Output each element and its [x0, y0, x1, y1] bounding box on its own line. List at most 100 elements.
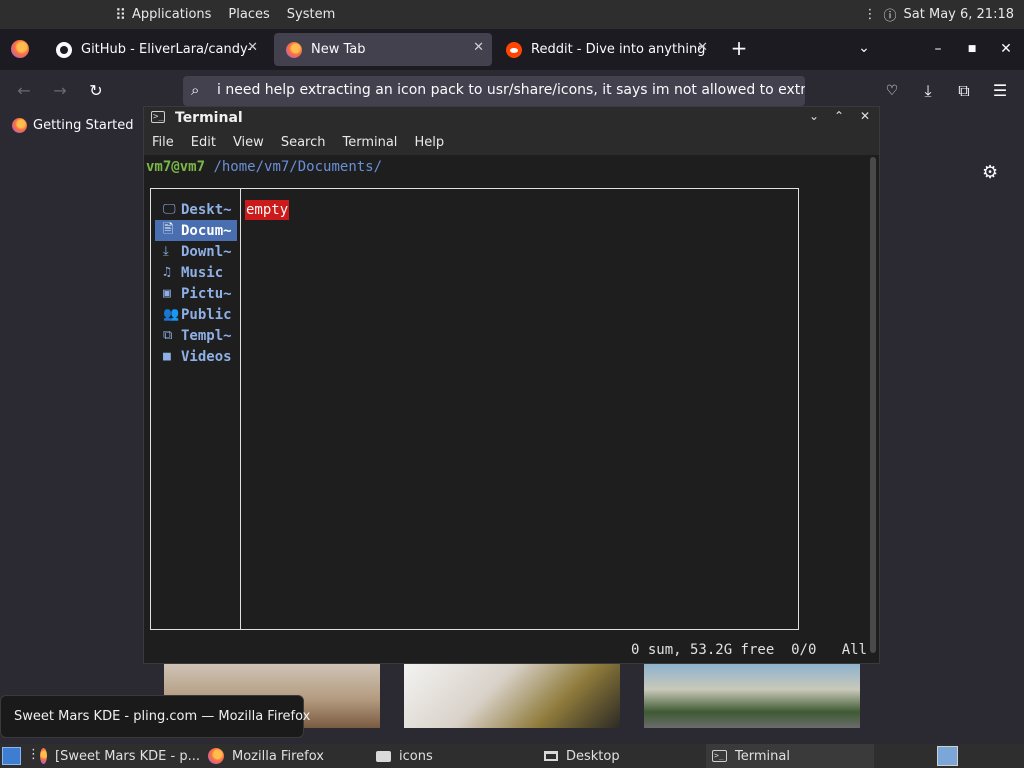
top-panel: ⠿ Applications Places System ⋮ ⓘ Sat May…	[0, 0, 1024, 29]
bookmark-label: Docum~	[181, 222, 232, 239]
bookmark-label: Templ~	[181, 327, 232, 344]
document-icon: 🖹	[163, 221, 174, 237]
panel-menus: ⠿ Applications Places System	[115, 0, 335, 29]
bookmark-pictures[interactable]: ▣ Pictu~	[155, 283, 237, 304]
folder-icon	[376, 750, 391, 762]
firefox-menu-icon[interactable]	[11, 40, 29, 58]
window-title: Terminal	[175, 110, 243, 126]
task-label: Terminal	[735, 748, 790, 764]
terminal-icon: >_	[712, 750, 727, 762]
close-window-icon[interactable]: ✕	[996, 39, 1016, 59]
bookmark-list: 🖵 Deskt~ 🖹 Docum~ ⤓ Downl~ ♫ Music ▣ Pictu~ 👥…	[155, 199, 237, 367]
tab-title: New Tab	[311, 42, 366, 57]
terminal-menubar: File Edit View Search Terminal Help	[144, 129, 879, 155]
firefox-icon	[12, 118, 27, 133]
menu-file[interactable]: File	[152, 135, 174, 150]
minimize-icon[interactable]: –	[928, 39, 948, 59]
picture-icon: ▣	[163, 286, 171, 301]
top-site-thumbnail[interactable]	[644, 664, 860, 728]
gear-icon[interactable]: ⚙	[982, 162, 998, 183]
menu-system[interactable]: System	[287, 7, 335, 22]
task-desktop[interactable]: Desktop	[538, 744, 704, 768]
menu-search[interactable]: Search	[281, 135, 326, 150]
menu-applications[interactable]: Applications	[132, 7, 211, 22]
forward-arrow-icon[interactable]: →	[50, 81, 70, 101]
video-camera-icon: ■	[163, 349, 171, 364]
back-arrow-icon[interactable]: ←	[14, 81, 34, 101]
minimize-icon[interactable]: ⌄	[806, 109, 822, 123]
maximize-icon[interactable]: ⌃	[831, 109, 847, 123]
menu-places[interactable]: Places	[228, 7, 269, 22]
bookmark-getting-started[interactable]: Getting Started	[12, 118, 134, 133]
tab-new-tab[interactable]: New Tab ✕	[274, 33, 492, 66]
close-tab-icon[interactable]: ✕	[473, 40, 484, 55]
search-icon: ⌕	[191, 81, 200, 99]
reload-icon[interactable]: ↻	[86, 81, 106, 101]
download-icon: ⤓	[163, 244, 169, 259]
close-icon[interactable]: ✕	[857, 109, 873, 123]
task-label: [Sweet Mars KDE - p...	[55, 748, 200, 764]
hamburger-menu-icon[interactable]: ☰	[990, 81, 1010, 101]
download-icon[interactable]: ⤓	[918, 81, 938, 101]
bookmark-public[interactable]: 👥 Public	[155, 304, 237, 325]
bookmark-templates[interactable]: ⧉ Templ~	[155, 325, 237, 346]
tab-title: GitHub - EliverLara/candy-icons	[81, 42, 251, 57]
pocket-icon[interactable]: ♡	[882, 81, 902, 101]
empty-directory-badge: empty	[245, 200, 290, 220]
list-tabs-chevron-icon[interactable]: ⌄	[854, 38, 874, 58]
close-tab-icon[interactable]: ✕	[247, 40, 258, 55]
bookmark-downloads[interactable]: ⤓ Downl~	[155, 241, 237, 262]
workspace-switcher[interactable]	[937, 746, 958, 766]
monitor-icon: 🖵	[163, 202, 176, 217]
terminal-titlebar[interactable]: >_ Terminal ⌄ ⌃ ✕	[144, 107, 879, 129]
desktop-icon	[544, 751, 558, 761]
kebab-menu-icon[interactable]: ⋮	[864, 7, 877, 22]
bookmark-label: Videos	[181, 348, 232, 365]
task-icons-folder[interactable]: icons	[370, 744, 536, 768]
file-manager-pane: 🖵 Deskt~ 🖹 Docum~ ⤓ Downl~ ♫ Music ▣ Pictu~ 👥…	[150, 188, 799, 630]
firefox-icon	[40, 748, 48, 764]
menu-edit[interactable]: Edit	[191, 135, 216, 150]
firefox-icon	[208, 748, 224, 764]
panel-tray: ⋮ ⓘ Sat May 6, 21:18	[864, 0, 1024, 29]
new-tab-plus-icon[interactable]: +	[729, 38, 749, 58]
menu-view[interactable]: View	[233, 135, 264, 150]
bookmark-videos[interactable]: ■ Videos	[155, 346, 237, 367]
tab-title: Reddit - Dive into anything	[531, 42, 706, 57]
tab-github[interactable]: GitHub - EliverLara/candy-icons ✕	[44, 33, 266, 66]
bookmark-label: Music	[181, 264, 224, 281]
bookmark-label: Deskt~	[181, 201, 232, 218]
top-site-thumbnail[interactable]	[404, 664, 620, 728]
show-desktop-button[interactable]	[2, 747, 21, 765]
menu-help[interactable]: Help	[414, 135, 444, 150]
task-terminal[interactable]: >_ Terminal	[706, 744, 874, 768]
bookmark-music[interactable]: ♫ Music	[155, 262, 237, 283]
bookmark-documents[interactable]: 🖹 Docum~	[155, 220, 237, 241]
url-bar[interactable]: ⌕ i need help extracting an icon pack to…	[183, 76, 805, 106]
extensions-icon[interactable]: ⧉	[954, 81, 974, 101]
maximize-icon[interactable]: ■	[962, 39, 982, 59]
task-label: icons	[399, 748, 433, 764]
terminal-scrollbar[interactable]	[870, 157, 876, 653]
tab-reddit[interactable]: Reddit - Dive into anything ✕	[494, 33, 716, 66]
network-status-icon[interactable]: ⓘ	[884, 5, 897, 24]
firefox-tab-bar: GitHub - EliverLara/candy-icons ✕ New Ta…	[0, 29, 1024, 70]
bookmark-label: Getting Started	[33, 118, 134, 133]
prompt-user: vm7@vm7	[146, 159, 206, 175]
menu-terminal[interactable]: Terminal	[342, 135, 397, 150]
terminal-output[interactable]: vm7@vm7 /home/vm7/Documents/ 🖵 Deskt~ 🖹 Do…	[144, 155, 879, 663]
task-sweet-mars[interactable]: [Sweet Mars KDE - p...	[34, 744, 200, 768]
apps-grid-icon[interactable]: ⠿	[115, 6, 126, 24]
users-icon: 👥	[163, 307, 180, 322]
bookmark-desktop[interactable]: 🖵 Deskt~	[155, 199, 237, 220]
reddit-icon	[506, 41, 522, 58]
bookmark-label: Downl~	[181, 243, 232, 260]
task-mozilla-firefox[interactable]: Mozilla Firefox	[202, 744, 368, 768]
url-text[interactable]: i need help extracting an icon pack to u…	[217, 82, 805, 98]
task-label: Mozilla Firefox	[232, 748, 324, 764]
close-tab-icon[interactable]: ✕	[697, 40, 708, 55]
task-label: Desktop	[566, 748, 620, 764]
panel-clock[interactable]: Sat May 6, 21:18	[904, 7, 1014, 22]
status-line: 0 sum, 53.2G free 0/0 All	[630, 642, 867, 658]
prompt-path: /home/vm7/Documents/	[213, 159, 383, 175]
